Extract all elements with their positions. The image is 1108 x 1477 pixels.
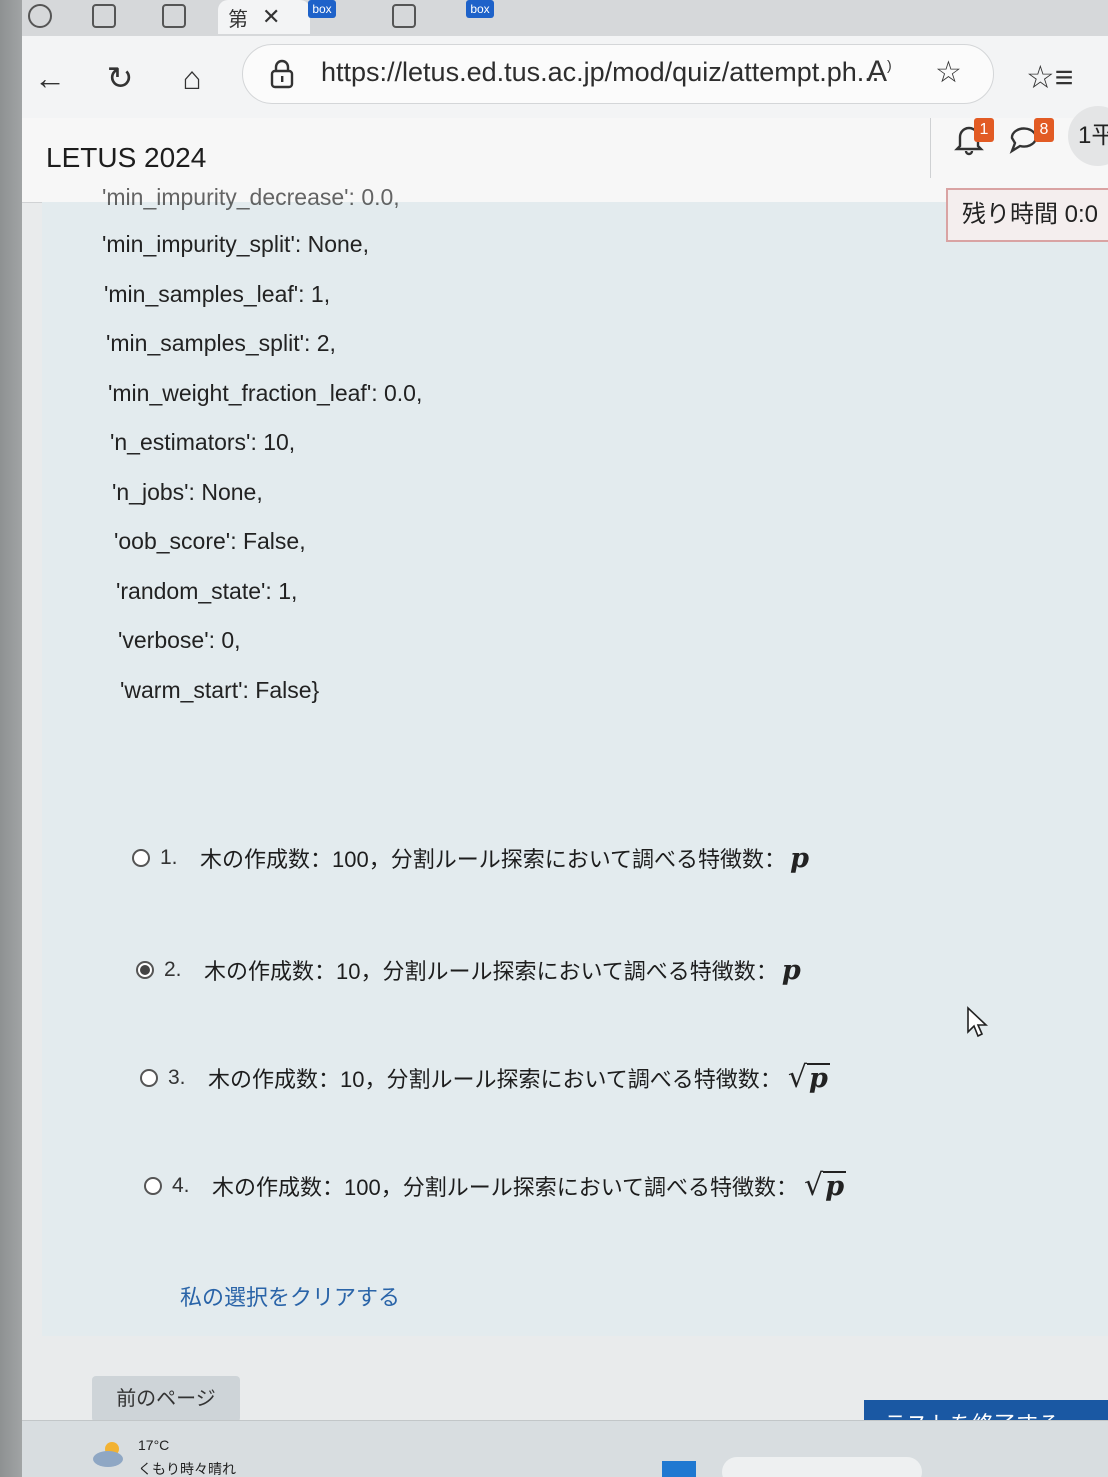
- profile-icon[interactable]: [28, 4, 52, 28]
- radio-option-3[interactable]: [140, 1069, 158, 1087]
- answer-option-2[interactable]: 2. 木の作成数：10，分割ルール探索において調べる特徴数： p: [136, 954, 801, 986]
- address-bar[interactable]: https://letus.ed.tus.ac.jp/mod/quiz/atte…: [242, 44, 994, 104]
- messages-badge: 8: [1034, 118, 1054, 142]
- radio-option-4[interactable]: [144, 1177, 162, 1195]
- answer-option-1[interactable]: 1. 木の作成数：100，分割ルール探索において調べる特徴数： p: [132, 842, 809, 874]
- home-icon[interactable]: ⌂: [170, 56, 214, 100]
- param-line: 'min_impurity_split': None,: [102, 231, 369, 257]
- option-math: p: [823, 1171, 847, 1202]
- mouse-cursor-icon: [967, 1006, 989, 1038]
- time-remaining: 残り時間 0:0: [946, 188, 1108, 242]
- tab-actions-icon[interactable]: [162, 4, 186, 28]
- weather-cloud-icon[interactable]: [90, 1439, 130, 1469]
- windows-start-icon[interactable]: [662, 1461, 696, 1477]
- notifications-badge: 1: [974, 118, 994, 142]
- previous-page-button[interactable]: 前のページ: [92, 1376, 240, 1422]
- radio-option-1[interactable]: [132, 849, 150, 867]
- option-text: 木の作成数：100，分割ルール探索において調べる特徴数：: [212, 1175, 799, 1200]
- param-list: 'min_impurity_split': None, 'min_samples…: [102, 224, 422, 719]
- sqrt-sign-icon: √: [804, 1168, 824, 1203]
- screen: 第 ✕ box box ← ↻ ⌂ https://letus.ed.tus.a…: [22, 0, 1108, 1477]
- sqrt-sign-icon: √: [787, 1060, 807, 1095]
- browser-toolbar: ← ↻ ⌂ https://letus.ed.tus.ac.jp/mod/qui…: [22, 36, 1108, 118]
- refresh-icon[interactable]: ↻: [98, 56, 142, 100]
- param-line: 'random_state': 1,: [116, 577, 298, 604]
- tab-active[interactable]: 第 ✕: [218, 0, 310, 34]
- tab-icon[interactable]: [392, 4, 416, 28]
- weather-temperature: 17°C: [138, 1437, 170, 1453]
- param-line-cutoff: 'min_impurity_decrease': 0.0,: [102, 184, 400, 210]
- favorite-star-icon[interactable]: ☆: [935, 55, 962, 90]
- tab-active-label: 第: [228, 8, 248, 31]
- option-text: 木の作成数：10，分割ルール探索において調べる特徴数：: [208, 1067, 782, 1092]
- param-line: 'verbose': 0,: [118, 627, 241, 653]
- answer-option-4[interactable]: 4. 木の作成数：100，分割ルール探索において調べる特徴数： √ p: [144, 1168, 847, 1203]
- option-number: 1.: [160, 846, 178, 869]
- sqrt-symbol: √ p: [788, 1063, 830, 1093]
- radio-option-2[interactable]: [136, 961, 154, 979]
- sqrt-symbol: √ p: [804, 1168, 847, 1203]
- answer-option-3[interactable]: 3. 木の作成数：10，分割ルール探索において調べる特徴数： √ p: [140, 1062, 830, 1094]
- weather-condition: くもり時々晴れ: [138, 1461, 236, 1477]
- header-divider: [930, 118, 931, 178]
- collections-icon[interactable]: [92, 4, 116, 28]
- box-tab-icon-2[interactable]: box: [466, 0, 494, 18]
- site-brand[interactable]: LETUS 2024: [46, 142, 206, 174]
- back-arrow-icon[interactable]: ←: [28, 56, 72, 100]
- option-text: 木の作成数：10，分割ルール探索において調べる特徴数：: [204, 959, 778, 984]
- os-taskbar: 17°C くもり時々晴れ: [22, 1420, 1108, 1477]
- param-line: 'min_weight_fraction_leaf': 0.0,: [108, 379, 423, 406]
- param-line: 'warm_start': False}: [120, 676, 320, 703]
- url-text[interactable]: https://letus.ed.tus.ac.jp/mod/quiz/atte…: [321, 57, 879, 88]
- option-number: 3.: [168, 1066, 186, 1089]
- lock-icon[interactable]: [269, 59, 295, 89]
- box-tab-icon[interactable]: box: [308, 0, 336, 18]
- option-text: 木の作成数：100，分割ルール探索において調べる特徴数：: [200, 847, 787, 872]
- option-number: 2.: [164, 958, 182, 981]
- messages-chat-icon[interactable]: 8: [1008, 118, 1054, 158]
- notifications-bell-icon[interactable]: 1: [952, 118, 996, 158]
- clear-selection-link[interactable]: 私の選択をクリアする: [180, 1280, 400, 1312]
- tab-close-icon[interactable]: ✕: [262, 4, 280, 30]
- param-line: 'min_samples_leaf': 1,: [104, 280, 331, 307]
- option-math: p: [781, 954, 801, 986]
- question-panel: 'min_impurity_decrease': 0.0, 'min_impur…: [42, 184, 1108, 1336]
- param-line: 'min_samples_split': 2,: [106, 330, 336, 356]
- favorites-icon[interactable]: ☆≡: [1026, 58, 1073, 96]
- param-line: 'n_estimators': 10,: [110, 429, 296, 455]
- read-aloud-icon[interactable]: A): [867, 55, 892, 89]
- tab-strip: 第 ✕ box box: [22, 0, 1108, 36]
- option-math: p: [806, 1063, 830, 1094]
- param-line: 'n_jobs': None,: [112, 478, 263, 505]
- taskbar-search[interactable]: [722, 1457, 922, 1477]
- option-math: p: [790, 842, 809, 874]
- param-line: 'oob_score': False,: [114, 528, 306, 554]
- option-number: 4.: [172, 1174, 190, 1197]
